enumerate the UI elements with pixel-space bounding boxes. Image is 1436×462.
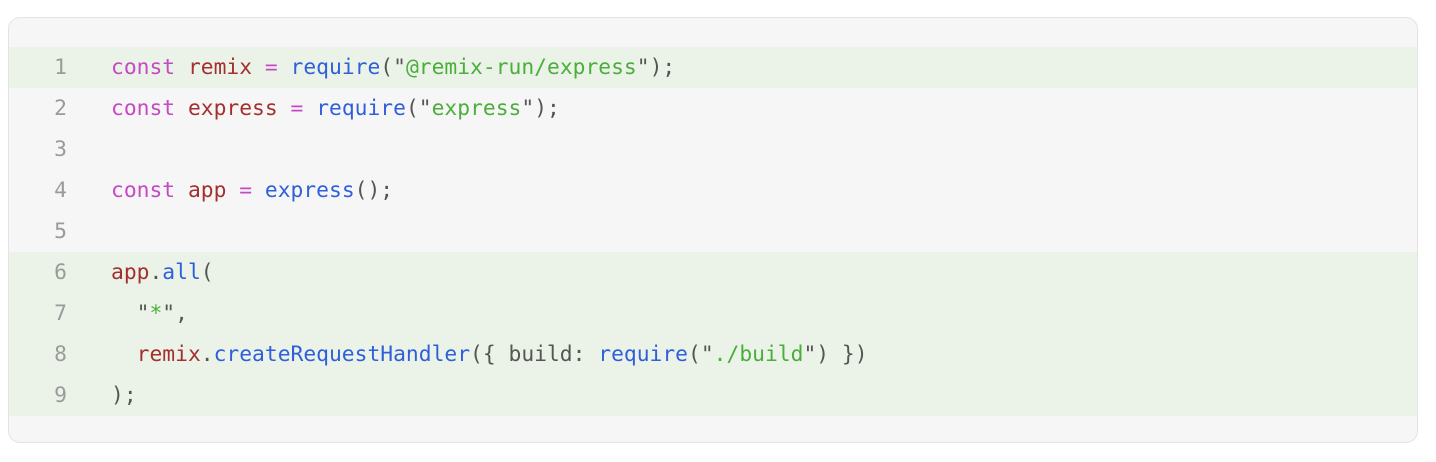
highlighted-code-line: 7 "*", [9, 293, 1417, 334]
token-punctuation: (" [405, 96, 432, 121]
highlighted-code-line: 8 remix.createRequestHandler({ build: re… [9, 334, 1417, 375]
token-punctuation: ({ build: [470, 342, 599, 367]
token-punctuation: ( [200, 260, 214, 285]
token-variable: app [111, 260, 150, 285]
token-punctuation [278, 55, 291, 80]
line-number: 7 [54, 301, 67, 326]
token-punctuation [278, 96, 291, 121]
token-punctuation: . [200, 342, 214, 367]
token-punctuation: (" [380, 55, 406, 80]
code-text: remix.createRequestHandler({ build: requ… [111, 334, 868, 375]
highlighted-code-line: 1 const remix = require("@remix-run/expre… [9, 47, 1417, 88]
line-number: 8 [54, 342, 67, 367]
token-punctuation [175, 55, 188, 80]
code-text: const remix = require("@remix-run/expres… [111, 47, 675, 88]
code-lines: 1 const remix = require("@remix-run/expre… [9, 47, 1417, 416]
code-text: ); [111, 375, 137, 416]
token-string-literal: express [431, 96, 522, 121]
token-operator: = [264, 55, 278, 80]
token-variable: remix [136, 342, 201, 367]
token-string-literal: @remix-run/express [405, 55, 637, 80]
token-function-name: require [598, 342, 689, 367]
token-function-name: require [290, 55, 381, 80]
token-punctuation: ") }) [803, 342, 868, 367]
code-line: 4 const app = express(); [9, 170, 1417, 211]
code-line: 3 [9, 129, 1417, 170]
token-operator: = [239, 178, 253, 203]
token-punctuation: "); [521, 96, 560, 121]
token-function-name: all [162, 260, 201, 285]
line-number: 1 [54, 55, 67, 80]
code-line: 5 [9, 211, 1417, 252]
token-punctuation [175, 178, 188, 203]
line-number: 2 [54, 96, 67, 121]
token-punctuation: "); [636, 55, 676, 80]
token-punctuation: . [149, 260, 163, 285]
token-function-name: require [316, 96, 406, 121]
token-punctuation: ); [111, 383, 137, 408]
code-text: app.all( [111, 252, 214, 293]
line-number: 6 [54, 260, 67, 285]
token-keyword: const [111, 178, 176, 203]
token-punctuation [252, 55, 265, 80]
code-block: 1 const remix = require("@remix-run/expre… [8, 17, 1418, 443]
token-function-name: createRequestHandler [213, 342, 471, 367]
token-keyword: const [111, 96, 176, 121]
code-text: "*", [111, 293, 188, 334]
token-punctuation: " [111, 301, 150, 326]
token-operator: = [290, 96, 304, 121]
line-number: 4 [54, 178, 67, 203]
token-string-literal: ./build [713, 342, 804, 367]
token-punctuation [252, 178, 265, 203]
token-punctuation: (" [688, 342, 714, 367]
highlighted-code-line: 6 app.all( [9, 252, 1417, 293]
line-number: 3 [54, 137, 67, 162]
token-punctuation [111, 342, 137, 367]
line-number: 9 [54, 383, 67, 408]
token-variable: express [187, 96, 278, 121]
token-string-literal: * [149, 301, 163, 326]
token-variable: app [187, 178, 227, 203]
highlighted-code-line: 9); [9, 375, 1417, 416]
token-punctuation: ", [162, 301, 188, 326]
token-punctuation [175, 96, 188, 121]
token-punctuation [303, 96, 316, 121]
code-text: const express = require("express"); [111, 88, 560, 129]
token-keyword: const [111, 55, 176, 80]
token-function-name: express [264, 178, 355, 203]
token-variable: remix [187, 55, 253, 80]
token-punctuation: (); [354, 178, 394, 203]
code-line: 2 const express = require("express"); [9, 88, 1417, 129]
code-text: const app = express(); [111, 170, 393, 211]
token-punctuation [226, 178, 239, 203]
line-number: 5 [54, 219, 67, 244]
